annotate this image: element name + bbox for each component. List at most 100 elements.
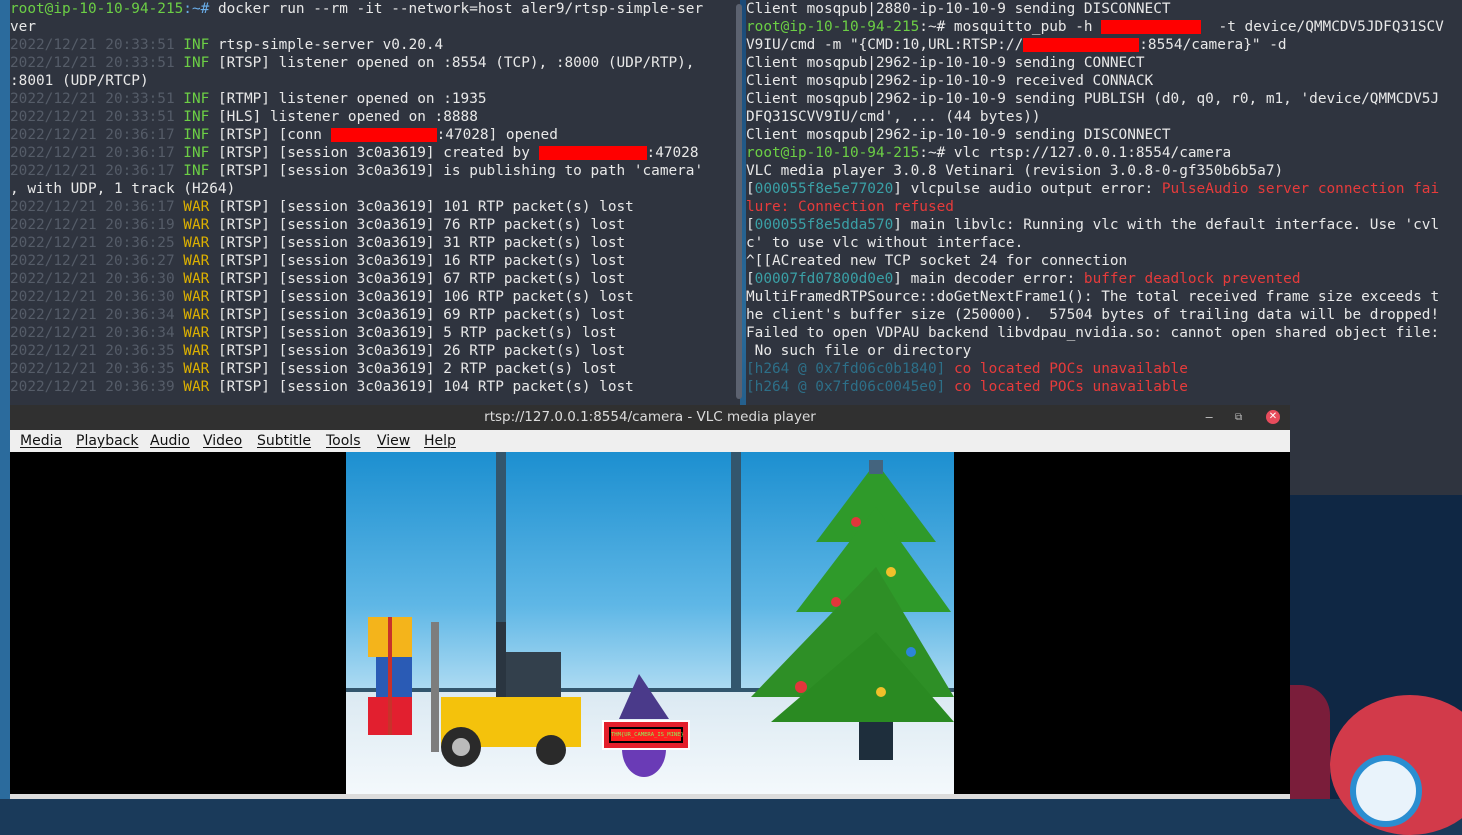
left-terminal[interactable]: root@ip-10-10-94-215:~# docker run --rm … — [10, 0, 740, 405]
terminal-line: MultiFramedRTPSource::doGetNextFrame1():… — [746, 288, 1462, 306]
terminal-text: -t device/QMMCDV5JDFQ31SCV — [1201, 19, 1444, 35]
terminal-line: [000055f8e5e77020] vlcpulse audio output… — [746, 180, 1462, 198]
terminal-text: Client mosqpub|2962-ip-10-10-9 sending P… — [746, 91, 1440, 107]
terminal-text: No such file or directory — [746, 343, 972, 359]
redaction-block — [538, 146, 647, 160]
log-message: [RTSP] [session 3c0a3619] 31 RTP packet(… — [209, 235, 626, 251]
log-level: WAR — [183, 253, 210, 269]
log-timestamp: 2022/12/21 20:36:17 — [10, 163, 175, 179]
restore-icon[interactable]: ⧉ — [1235, 405, 1242, 430]
menu-audio[interactable]: Audio — [150, 430, 190, 452]
log-level: WAR — [183, 217, 210, 233]
log-message: [RTSP] [session 3c0a3619] 67 RTP packet(… — [209, 271, 626, 287]
vlc-window-title: rtsp://127.0.0.1:8554/camera - VLC media… — [484, 409, 816, 425]
desktop-edge — [0, 0, 10, 799]
vlc-titlebar[interactable]: rtsp://127.0.0.1:8554/camera - VLC media… — [10, 405, 1290, 430]
terminal-line: he client's buffer size (250000). 57504 … — [746, 306, 1462, 324]
terminal-text: [ — [746, 217, 755, 233]
close-icon[interactable]: ✕ — [1266, 410, 1280, 424]
log-message: [RTSP] [session 3c0a3619] 106 RTP packet… — [209, 289, 634, 305]
log-message: :47028 — [646, 145, 699, 161]
terminal-line: [h264 @ 0x7fd06c0045e0] co located POCs … — [746, 378, 1462, 396]
flag-text: THM{UR_CAMERA_IS_MINE} — [609, 727, 684, 743]
log-spacer — [175, 253, 184, 269]
log-message: [RTSP] [session 3c0a3619] 16 RTP packet(… — [209, 253, 626, 269]
log-message: [RTSP] [conn — [209, 127, 331, 143]
menu-tools[interactable]: Tools — [326, 430, 361, 452]
log-message: [RTSP] [session 3c0a3619] 101 RTP packet… — [209, 199, 634, 215]
log-level: WAR — [183, 307, 210, 323]
minimize-icon[interactable]: ‒ — [1205, 405, 1213, 430]
prompt-path: :~# — [183, 1, 218, 17]
log-message: [RTSP] [session 3c0a3619] 5 RTP packet(s… — [209, 325, 617, 341]
left-terminal-scrollbar[interactable] — [736, 4, 742, 399]
video-frame: THM{UR_CAMERA_IS_MINE} — [346, 452, 954, 794]
terminal-text: VLC media player 3.0.8 Vetinari (revisio… — [746, 163, 1284, 179]
terminal-text: Failed to open VDPAU backend libvdpau_nv… — [746, 325, 1440, 341]
vlc-video-area[interactable]: THM{UR_CAMERA_IS_MINE} — [10, 452, 1290, 794]
log-level: WAR — [183, 235, 210, 251]
log-level: WAR — [183, 361, 210, 377]
log-spacer — [175, 127, 184, 143]
log-level: WAR — [183, 379, 210, 395]
menu-view[interactable]: View — [377, 430, 410, 452]
terminal-line: 2022/12/21 20:36:17 INF [RTSP] [session … — [10, 162, 740, 180]
terminal-line: c' to use vlc without interface. — [746, 234, 1462, 252]
log-spacer — [175, 325, 184, 341]
terminal-text: ^[[ACreated new TCP socket 24 for connec… — [746, 253, 1128, 269]
log-timestamp: 2022/12/21 20:36:25 — [10, 235, 175, 251]
log-spacer — [175, 361, 184, 377]
log-timestamp: 2022/12/21 20:36:27 — [10, 253, 175, 269]
menu-media[interactable]: Media — [20, 430, 62, 452]
menu-help[interactable]: Help — [424, 430, 456, 452]
menu-subtitle[interactable]: Subtitle — [257, 430, 311, 452]
terminal-text: MultiFramedRTPSource::doGetNextFrame1():… — [746, 289, 1440, 305]
log-message: [RTMP] listener opened on :1935 — [209, 91, 487, 107]
window-frame — [731, 452, 741, 692]
flag-sign: THM{UR_CAMERA_IS_MINE} — [602, 720, 690, 750]
log-timestamp: 2022/12/21 20:36:17 — [10, 127, 175, 143]
terminal-line: root@ip-10-10-94-215:~# mosquitto_pub -h… — [746, 18, 1462, 36]
forklift-icon — [431, 622, 581, 767]
log-timestamp: 2022/12/21 20:33:51 — [10, 109, 175, 125]
menu-video[interactable]: Video — [203, 430, 242, 452]
log-text: :8001 (UDP/RTCP) — [10, 73, 149, 89]
log-text: , with UDP, 1 track (H264) — [10, 181, 236, 197]
log-message: rtsp-simple-server v0.20.4 — [209, 37, 444, 53]
log-timestamp: 2022/12/21 20:36:17 — [10, 199, 175, 215]
log-spacer — [175, 163, 184, 179]
terminal-line: 2022/12/21 20:33:51 INF rtsp-simple-serv… — [10, 36, 740, 54]
terminal-line: Client mosqpub|2962-ip-10-10-9 sending P… — [746, 90, 1462, 108]
terminal-line: 2022/12/21 20:36:17 INF [RTSP] [session … — [10, 144, 740, 162]
redaction-block — [330, 128, 437, 142]
terminal-text: ] main decoder error: — [893, 271, 1084, 287]
terminal-line: 2022/12/21 20:36:34 WAR [RTSP] [session … — [10, 324, 740, 342]
terminal-text: c' to use vlc without interface. — [746, 235, 1024, 251]
terminal-line: root@ip-10-10-94-215:~# docker run --rm … — [10, 0, 740, 18]
terminal-text: Client mosqpub|2962-ip-10-10-9 received … — [746, 73, 1154, 89]
log-level: INF — [183, 37, 210, 53]
log-timestamp: 2022/12/21 20:36:34 — [10, 325, 175, 341]
log-timestamp: 2022/12/21 20:36:35 — [10, 343, 175, 359]
terminal-text: V9IU/cmd -m "{CMD:10,URL:RTSP:// — [746, 37, 1024, 53]
terminal-text: 000055f8e5e77020 — [754, 181, 894, 197]
log-spacer — [175, 307, 184, 323]
gift-stack-icon — [368, 617, 412, 735]
terminal-line: Client mosqpub|2880-ip-10-10-9 sending D… — [746, 0, 1462, 18]
terminal-line: [00007fd07800d0e0] main decoder error: b… — [746, 270, 1462, 288]
wallpaper-shape — [1350, 755, 1422, 827]
vlc-control-strip[interactable] — [10, 794, 1290, 799]
terminal-line: Client mosqpub|2962-ip-10-10-9 received … — [746, 72, 1462, 90]
terminal-text: [h264 @ 0x7fd06c0b1840] — [746, 361, 954, 377]
log-spacer — [175, 91, 184, 107]
menu-playback[interactable]: Playback — [76, 430, 138, 452]
terminal-line: root@ip-10-10-94-215:~# vlc rtsp://127.0… — [746, 144, 1462, 162]
vlc-window[interactable]: rtsp://127.0.0.1:8554/camera - VLC media… — [10, 405, 1290, 799]
log-level: INF — [183, 145, 210, 161]
log-message: [RTSP] [session 3c0a3619] created by — [209, 145, 539, 161]
terminal-text: root@ip-10-10-94-215 — [746, 145, 920, 161]
log-spacer — [175, 379, 184, 395]
vlc-menubar: Media Playback Audio Video Subtitle Tool… — [10, 430, 1290, 452]
terminal-text: :8554/camera}" -d — [1139, 37, 1287, 53]
terminal-text: 00007fd07800d0e0 — [754, 271, 894, 287]
